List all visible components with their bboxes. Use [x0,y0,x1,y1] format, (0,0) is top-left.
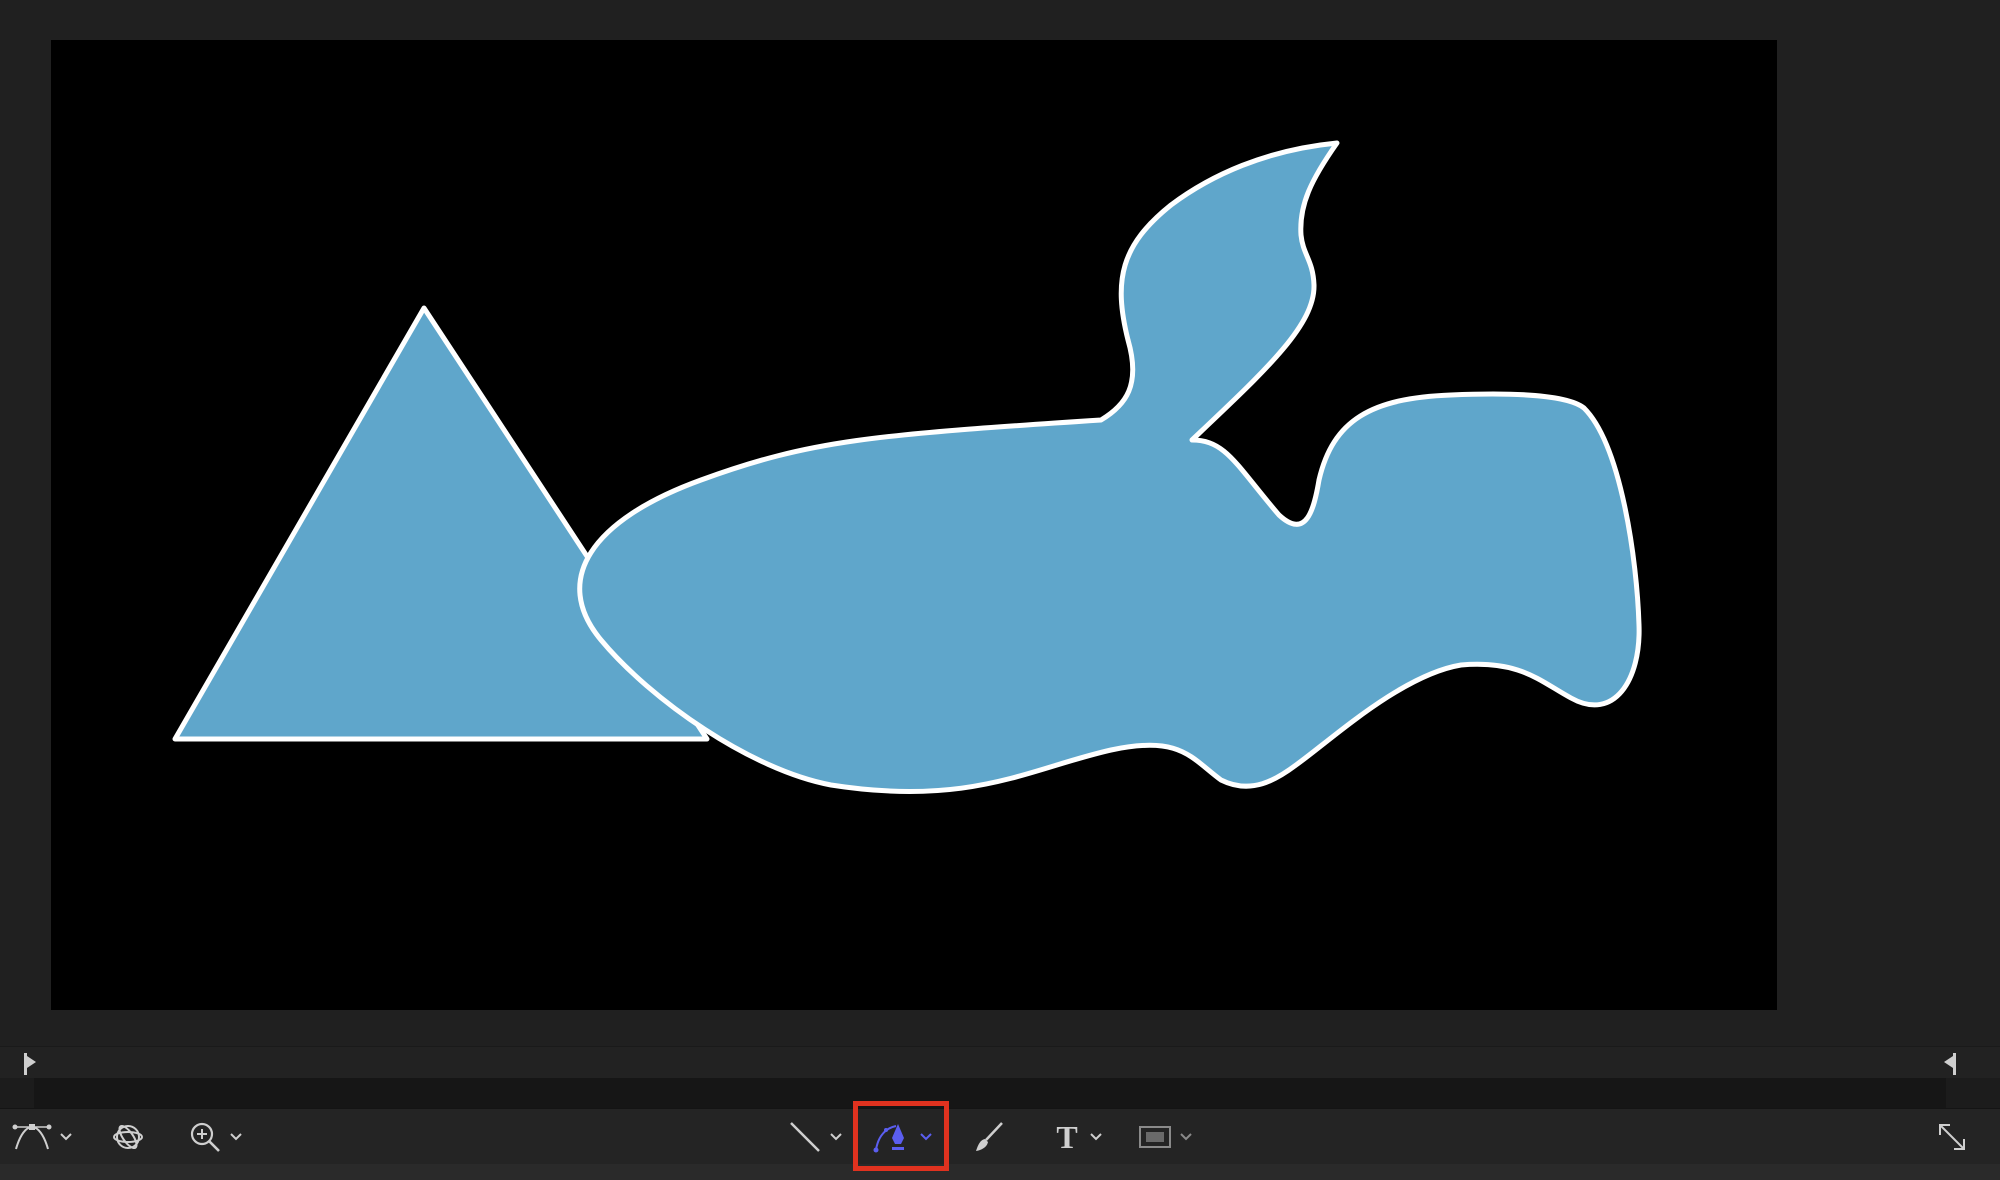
text-tool[interactable]: T [1052,1119,1102,1155]
chevron-down-icon[interactable] [60,1133,72,1141]
play-range-in-marker-icon[interactable] [22,1053,38,1075]
text-icon: T [1056,1120,1077,1154]
fullscreen-toggle[interactable] [1936,1119,1968,1155]
viewer-canvas[interactable] [51,40,1777,1010]
canvas-toolbar: T [0,1108,2000,1165]
timeline-track-bar[interactable] [34,1078,1946,1108]
active-tool-highlight [853,1101,949,1171]
chevron-down-icon[interactable] [1090,1133,1102,1141]
3d-transform-tool[interactable] [112,1119,144,1155]
paint-stroke-tool[interactable] [972,1119,1006,1155]
mini-timeline[interactable] [0,1046,2000,1080]
rectangle-mask-icon [1139,1126,1171,1148]
toolbar-bottom-edge [0,1164,2000,1180]
chevron-down-icon[interactable] [830,1133,842,1141]
svg-text:T: T [1056,1120,1077,1154]
bezier-adjust-icon [12,1124,52,1150]
freeform-bezier-shape[interactable] [577,140,1642,795]
canvas-area [0,0,2000,1046]
play-range-out-marker-icon[interactable] [1942,1053,1958,1075]
adjust-shape-tool[interactable] [12,1119,72,1155]
chevron-down-icon[interactable] [230,1133,242,1141]
brush-icon [976,1122,1003,1151]
zoom-tool[interactable] [188,1119,242,1155]
line-tool[interactable] [788,1119,842,1155]
app-window: T [0,0,2000,1180]
mask-rectangle-tool[interactable] [1138,1119,1192,1155]
line-icon [790,1122,820,1152]
canvas-svg [172,140,1642,795]
orbit-3d-icon [113,1124,143,1150]
zoom-in-icon [190,1122,220,1152]
timeline-track [0,1078,2000,1108]
expand-icon [1939,1124,1965,1150]
chevron-down-icon[interactable] [1180,1133,1192,1141]
